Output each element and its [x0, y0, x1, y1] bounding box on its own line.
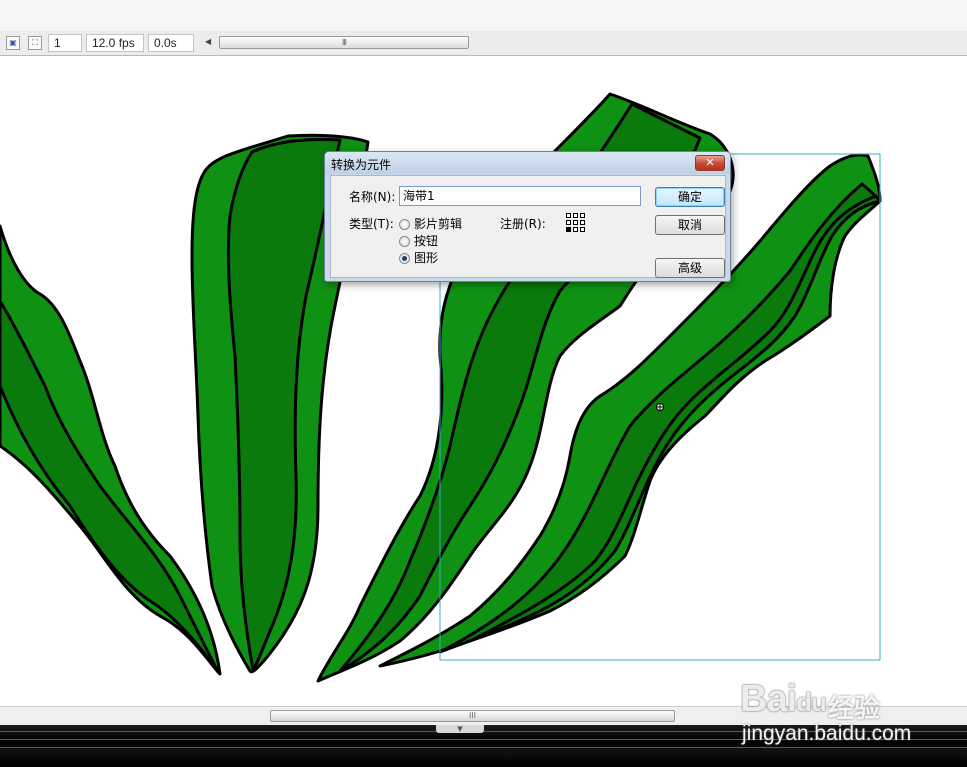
radio-icon[interactable] [399, 219, 410, 230]
toolbar-strip [0, 0, 967, 32]
name-label: 名称(N): [349, 190, 396, 204]
type-label: 类型(T): [349, 217, 394, 231]
convert-to-symbol-dialog: 转换为元件 ✕ 名称(N): 海带1 类型(T): 影片剪辑 按钮 图形 注册(… [324, 151, 731, 282]
close-icon[interactable]: ✕ [695, 155, 725, 171]
dialog-titlebar[interactable]: 转换为元件 ✕ [325, 152, 730, 174]
dialog-title: 转换为元件 [331, 158, 392, 172]
edit-markers-icon[interactable]: ⛶ [28, 36, 42, 50]
advanced-button[interactable]: 高级 [655, 258, 725, 278]
elapsed-time-field: 0.0s [148, 34, 194, 52]
registration-grid-icon[interactable] [566, 213, 586, 233]
registration-label: 注册(R): [500, 217, 546, 231]
type-radio-movieclip[interactable]: 影片剪辑 [399, 215, 462, 231]
radio-label: 图形 [414, 251, 439, 265]
timeline-status-bar: ▣ ⛶ 1 12.0 fps 0.0s ◀ III [0, 31, 967, 56]
dialog-body: 名称(N): 海带1 类型(T): 影片剪辑 按钮 图形 注册(R): 确定 取… [330, 175, 726, 278]
ok-button[interactable]: 确定 [655, 187, 725, 207]
onion-skin-icon[interactable]: ▣ [6, 36, 20, 50]
baidu-jingyan-watermark: Baidu 经验 jingyan.baidu.com [740, 660, 955, 755]
type-radio-button[interactable]: 按钮 [399, 232, 438, 248]
frame-rate-field[interactable]: 12.0 fps [86, 34, 144, 52]
timeline-scroll-thumb[interactable]: III [219, 36, 469, 49]
collapse-arrow-icon[interactable]: ▼ [436, 725, 484, 733]
radio-checked-icon[interactable] [399, 253, 410, 264]
watermark-cn-text: 经验 [828, 694, 881, 724]
symbol-name-input[interactable]: 海带1 [399, 186, 641, 206]
scroll-left-icon[interactable]: ◀ [205, 37, 211, 46]
radio-label: 按钮 [414, 234, 439, 248]
stage-scroll-thumb[interactable]: III [270, 710, 675, 722]
type-radio-graphic[interactable]: 图形 [399, 249, 438, 265]
radio-label: 影片剪辑 [414, 217, 463, 231]
radio-icon[interactable] [399, 236, 410, 247]
cancel-button[interactable]: 取消 [655, 215, 725, 235]
current-frame-field: 1 [48, 34, 82, 52]
transform-point-icon [656, 403, 664, 411]
watermark-logo: Baidu [740, 678, 827, 720]
watermark-url: jingyan.baidu.com [742, 722, 912, 745]
